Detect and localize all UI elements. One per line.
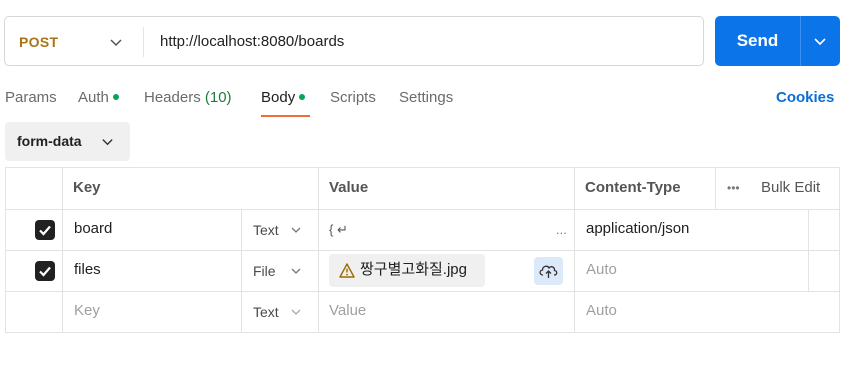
send-button-group: Send: [715, 16, 840, 66]
status-dot-icon: [299, 94, 306, 101]
cookies-link[interactable]: Cookies: [776, 88, 834, 108]
column-header-content-type: Content-Type: [585, 179, 681, 196]
header-count: (10): [204, 89, 232, 106]
column-divider: [241, 209, 242, 333]
status-dot-icon: [112, 94, 119, 101]
tab-params[interactable]: Params: [5, 88, 57, 108]
chevron-down-icon[interactable]: [290, 306, 302, 318]
content-type-input[interactable]: application/json: [586, 219, 689, 239]
type-select[interactable]: Text: [253, 220, 279, 240]
request-bar: POST http://localhost:8080/boards: [4, 16, 704, 66]
expand-value-button[interactable]: ...: [556, 220, 567, 240]
row-divider: [5, 250, 840, 251]
method-select[interactable]: POST: [19, 17, 58, 67]
check-icon: [39, 225, 51, 236]
chevron-down-icon[interactable]: [813, 34, 827, 48]
tab-label: Settings: [399, 89, 454, 106]
type-select[interactable]: Text: [253, 302, 279, 322]
chevron-down-icon[interactable]: [290, 224, 302, 236]
cloud-upload-icon: [539, 265, 558, 278]
row-divider: [5, 209, 840, 210]
content-type-input[interactable]: Auto: [586, 301, 617, 321]
divider: [143, 27, 144, 57]
column-divider: [574, 167, 575, 333]
tab-label: Auth: [78, 89, 109, 106]
column-divider: [808, 209, 809, 291]
file-chip[interactable]: 짱구별고화질.jpg: [329, 254, 485, 287]
column-divider: [62, 167, 63, 333]
tab-settings[interactable]: Settings: [399, 88, 453, 108]
check-icon: [39, 266, 51, 277]
tab-label: Headers: [144, 89, 201, 106]
row-checkbox[interactable]: [35, 261, 55, 281]
more-options-icon[interactable]: •••: [727, 167, 740, 209]
warning-icon: [339, 263, 355, 278]
value-input[interactable]: { ↵: [329, 220, 348, 240]
chevron-down-icon[interactable]: [290, 265, 302, 277]
row-checkbox[interactable]: [35, 220, 55, 240]
tab-body[interactable]: Body: [261, 88, 306, 108]
bulk-edit-button[interactable]: Bulk Edit: [761, 167, 820, 209]
column-divider: [318, 167, 319, 333]
column-divider: [715, 167, 716, 209]
content-type-input[interactable]: Auto: [586, 260, 617, 280]
tab-auth[interactable]: Auth: [78, 88, 119, 108]
tab-headers[interactable]: Headers (10): [144, 88, 232, 108]
send-button[interactable]: Send: [715, 16, 800, 66]
type-select[interactable]: File: [253, 261, 276, 281]
chevron-down-icon: [102, 139, 113, 146]
chevron-down-icon[interactable]: [109, 35, 123, 49]
column-header-key: Key: [73, 179, 101, 196]
url-input[interactable]: http://localhost:8080/boards: [160, 17, 344, 67]
tab-label: Scripts: [330, 89, 376, 106]
row-divider: [5, 291, 840, 292]
body-type-select[interactable]: form-data: [5, 122, 130, 161]
upload-file-button[interactable]: [534, 257, 563, 285]
tab-scripts[interactable]: Scripts: [330, 88, 376, 108]
tab-label: Body: [261, 89, 296, 106]
key-input[interactable]: Key: [74, 301, 100, 321]
file-name: 짱구별고화질.jpg: [360, 261, 467, 278]
tab-label: Params: [5, 89, 57, 106]
column-header-value: Value: [329, 179, 369, 196]
key-input[interactable]: board: [74, 219, 112, 239]
divider: [800, 16, 801, 66]
value-input[interactable]: Value: [329, 301, 366, 321]
key-input[interactable]: files: [74, 260, 101, 280]
active-tab-indicator: [261, 115, 310, 117]
body-type-label: form-data: [17, 133, 82, 149]
